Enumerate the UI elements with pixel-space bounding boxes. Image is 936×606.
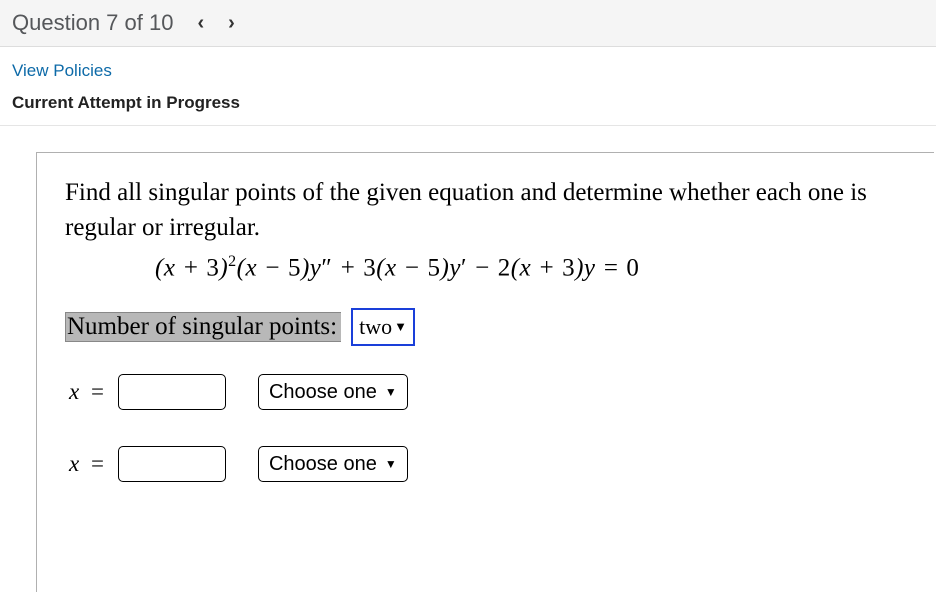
chevron-down-icon: ▼: [394, 319, 407, 335]
question-prompt: Find all singular points of the given eq…: [65, 175, 906, 245]
x-equals-label: x =: [69, 379, 104, 405]
singular-point-row: x = Choose one ▼: [65, 446, 906, 482]
next-question-button[interactable]: ›: [228, 12, 235, 35]
question-number-label: Question 7 of 10: [12, 10, 173, 36]
equation-display: (x + 3)2(x − 5)y″ + 3(x − 5)y′ − 2(x + 3…: [65, 253, 906, 282]
attempt-status: Current Attempt in Progress: [0, 87, 936, 126]
singular-count-row: Number of singular points: two▼: [65, 308, 906, 346]
prev-question-button[interactable]: ‹: [197, 12, 204, 35]
chevron-down-icon: ▼: [385, 385, 397, 399]
singular-type-value: Choose one: [269, 453, 377, 476]
question-nav: ‹ ›: [197, 12, 234, 35]
question-content: Find all singular points of the given eq…: [36, 152, 934, 592]
chevron-down-icon: ▼: [385, 457, 397, 471]
x-equals-label: x =: [69, 451, 104, 477]
policies-area: View Policies: [0, 47, 936, 87]
singular-type-select[interactable]: Choose one ▼: [258, 446, 408, 482]
view-policies-link[interactable]: View Policies: [12, 61, 112, 80]
singular-count-label: Number of singular points:: [65, 312, 341, 342]
singular-count-value: two: [359, 314, 392, 340]
singular-type-value: Choose one: [269, 381, 377, 404]
singular-point-input[interactable]: [118, 374, 226, 410]
question-header: Question 7 of 10 ‹ ›: [0, 0, 936, 47]
singular-type-select[interactable]: Choose one ▼: [258, 374, 408, 410]
singular-point-row: x = Choose one ▼: [65, 374, 906, 410]
singular-count-select[interactable]: two▼: [351, 308, 415, 346]
singular-point-input[interactable]: [118, 446, 226, 482]
